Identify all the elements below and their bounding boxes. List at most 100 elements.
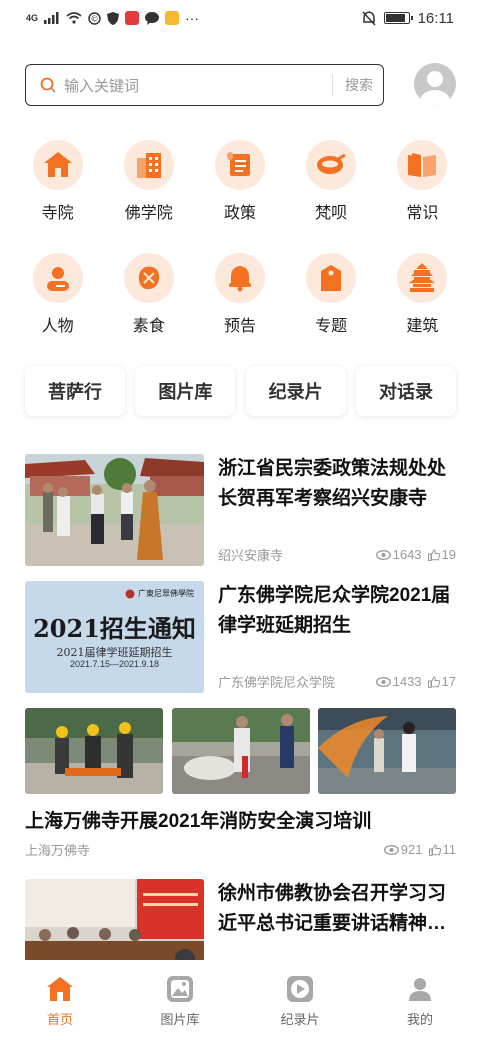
topic-tag-icon (306, 253, 357, 303)
mute-bell-icon (362, 10, 376, 26)
like-count: 11 (428, 842, 457, 857)
category-policy[interactable]: 政策 (194, 140, 285, 223)
app-notification-yellow-icon (165, 11, 180, 25)
news-image (25, 708, 163, 794)
more-notifications: ··· (185, 10, 200, 26)
nav-home[interactable]: 首页 (0, 974, 120, 1040)
nav-mine[interactable]: 我的 (360, 974, 480, 1040)
view-count-value: 1433 (392, 674, 422, 689)
quick-tabs: 菩萨行 图片库 纪录片 对话录 (25, 366, 456, 416)
like-count-value: 19 (441, 547, 456, 562)
academy-icon (123, 140, 174, 190)
view-count: 1433 (375, 674, 422, 689)
pagoda-icon (397, 253, 448, 303)
news-card[interactable]: 浙江省民宗委政策法规处处长贺再军考察绍兴安康寺 绍兴安康寺 1643 19 (25, 454, 456, 566)
thumbs-up-icon (427, 675, 440, 688)
quick-tab-dialogue[interactable]: 对话录 (355, 366, 456, 416)
nav-label: 纪录片 (280, 1012, 320, 1027)
policy-scroll-icon (214, 140, 265, 190)
bell-icon (214, 253, 265, 303)
category-label: 政策 (223, 205, 256, 222)
quick-tab-gallery[interactable]: 图片库 (135, 366, 236, 416)
poster-org: 广東尼眾佛學院 (125, 588, 194, 599)
like-count-value: 17 (441, 674, 456, 689)
search-divider (332, 74, 333, 96)
news-meta: 上海万佛寺 921 11 (25, 840, 456, 859)
news-stats: 1643 19 (375, 547, 456, 562)
nav-label: 首页 (46, 1012, 73, 1027)
avatar-placeholder-icon (420, 71, 450, 105)
category-label: 寺院 (41, 205, 74, 222)
news-stats: 921 11 (383, 842, 457, 857)
eye-icon (383, 844, 399, 855)
view-count: 1643 (375, 547, 422, 562)
news-thumbnail (25, 454, 204, 566)
view-count: 921 (383, 842, 423, 857)
poster-subheading: 2021届律学班延期招生 (56, 646, 173, 659)
search-placeholder: 输入关键词 (64, 77, 140, 95)
category-label: 梵呗 (315, 205, 348, 222)
category-academy[interactable]: 佛学院 (103, 140, 194, 223)
thumbs-up-icon (427, 548, 440, 561)
status-bar: 4G © ··· 16:11 (0, 0, 480, 36)
news-source: 上海万佛寺 (25, 843, 91, 858)
nav-label: 图片库 (160, 1012, 200, 1027)
view-count-value: 921 (400, 842, 423, 857)
like-count-value: 11 (442, 842, 457, 857)
category-topic[interactable]: 专题 (286, 253, 377, 336)
category-architecture[interactable]: 建筑 (377, 253, 468, 336)
category-label: 常识 (406, 205, 439, 222)
academy-seal-icon (125, 589, 135, 598)
news-card-text: 浙江省民宗委政策法规处处长贺再军考察绍兴安康寺 绍兴安康寺 1643 19 (218, 454, 456, 566)
news-card[interactable]: 广東尼眾佛學院 2021招生通知 2021届律学班延期招生 2021.7.15—… (25, 581, 456, 693)
news-image-row (25, 708, 456, 794)
category-label: 建筑 (406, 318, 439, 335)
signal-icon (44, 12, 59, 24)
news-source: 广东佛学院尼众学院 (218, 675, 336, 690)
news-card-multi-image[interactable]: 上海万佛寺开展2021年消防安全演习培训 上海万佛寺 921 11 (25, 708, 456, 859)
category-preview[interactable]: 预告 (194, 253, 285, 336)
shield-icon (107, 11, 120, 25)
chant-icon (306, 140, 357, 190)
search-icon (40, 77, 56, 93)
search-input[interactable]: 输入关键词 搜索 (25, 64, 384, 106)
poster-dates: 2021.7.15—2021.9.18 (69, 659, 160, 669)
nav-label: 我的 (406, 1012, 433, 1027)
status-right-icons: 16:11 (362, 10, 454, 27)
book-icon (397, 140, 448, 190)
quick-tab-bodhisattva-practice[interactable]: 菩萨行 (25, 366, 125, 416)
category-label: 素食 (132, 318, 165, 335)
category-grid: 寺院 佛学院 政策 梵呗 常识 人物 素食 预告 专题 建筑 (12, 140, 468, 336)
category-knowledge[interactable]: 常识 (377, 140, 468, 223)
news-feed: 浙江省民宗委政策法规处处长贺再军考察绍兴安康寺 绍兴安康寺 1643 19 广東… (25, 454, 456, 1006)
news-stats: 1433 17 (375, 674, 456, 689)
news-meta: 绍兴安康寺 1643 19 (218, 545, 456, 566)
category-temple[interactable]: 寺院 (12, 140, 103, 223)
category-label: 预告 (223, 318, 256, 335)
home-icon (45, 974, 75, 1004)
category-chant[interactable]: 梵呗 (286, 140, 377, 223)
chat-icon (145, 11, 160, 25)
search-button[interactable]: 搜索 (345, 75, 373, 95)
avatar[interactable] (414, 63, 456, 105)
play-icon (285, 974, 315, 1004)
news-title: 浙江省民宗委政策法规处处长贺再军考察绍兴安康寺 (218, 458, 447, 509)
category-label: 专题 (315, 318, 348, 335)
like-count: 17 (427, 674, 456, 689)
wifi-icon (66, 12, 82, 24)
news-image (171, 708, 310, 794)
category-person[interactable]: 人物 (12, 253, 103, 336)
quick-tab-documentary[interactable]: 纪录片 (245, 366, 346, 416)
app-notification-red-icon (125, 11, 140, 25)
news-image (318, 708, 456, 794)
news-meta: 广东佛学院尼众学院 1433 17 (218, 672, 456, 693)
svg-text:©: © (91, 14, 99, 23)
nav-documentary[interactable]: 纪录片 (240, 974, 360, 1040)
category-vegetarian[interactable]: 素食 (103, 253, 194, 336)
nav-gallery[interactable]: 图片库 (120, 974, 240, 1040)
vegetarian-icon (123, 253, 174, 303)
news-title: 广东佛学院尼众学院2021届律学班延期招生 (218, 585, 451, 636)
person-icon (32, 253, 83, 303)
like-count: 19 (427, 547, 456, 562)
thumbs-up-icon (428, 843, 441, 856)
